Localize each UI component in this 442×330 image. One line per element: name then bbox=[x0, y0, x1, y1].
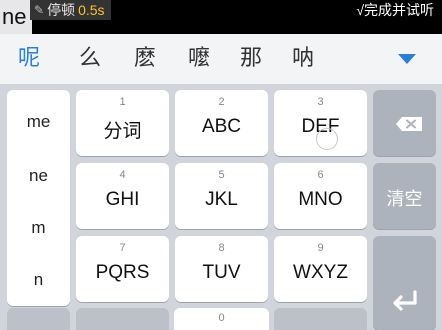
key-0[interactable]: 0 bbox=[174, 308, 269, 330]
key-4[interactable]: 4 GHI bbox=[76, 163, 169, 229]
composition-chip: ne bbox=[0, 0, 32, 34]
key-5[interactable]: 5 JKL bbox=[175, 163, 268, 229]
finish-and-preview-button[interactable]: √完成并试听 bbox=[356, 0, 434, 20]
candidate-6[interactable]: 呐 bbox=[292, 34, 314, 84]
key-6[interactable]: 6 MNO bbox=[274, 163, 367, 229]
key-2[interactable]: 2 ABC bbox=[175, 90, 268, 156]
pinyin-option[interactable]: ne bbox=[7, 166, 70, 186]
clear-label: 清空 bbox=[386, 189, 423, 209]
composition-text: ne bbox=[2, 4, 27, 29]
candidate-4[interactable]: 嚒 bbox=[188, 34, 210, 84]
touch-indicator bbox=[316, 128, 338, 150]
key-9[interactable]: 9 WXYZ bbox=[274, 236, 367, 302]
key-number: 2 bbox=[218, 96, 225, 108]
key-label: TUV bbox=[202, 262, 241, 283]
expand-candidates-icon[interactable] bbox=[398, 54, 416, 64]
key-number: 9 bbox=[317, 242, 324, 254]
pinyin-option[interactable]: me bbox=[7, 112, 70, 132]
enter-icon bbox=[393, 290, 417, 311]
microphone-icon: ✎ bbox=[34, 3, 45, 17]
candidate-3[interactable]: 麽 bbox=[134, 34, 156, 84]
key-label: JKL bbox=[205, 189, 238, 210]
symbol-key[interactable] bbox=[7, 308, 70, 330]
pinyin-list: me ne m n bbox=[7, 90, 70, 306]
key-number: 7 bbox=[119, 242, 126, 254]
clear-key[interactable]: 清空 bbox=[373, 163, 436, 229]
pinyin-option[interactable]: m bbox=[7, 218, 70, 238]
key-1[interactable]: 1 分词 bbox=[76, 90, 169, 156]
language-switch-key[interactable] bbox=[76, 308, 169, 330]
voice-status-bar: ne ✎ 停顿 0.5s √完成并试听 bbox=[0, 0, 442, 34]
key-number: 3 bbox=[317, 96, 324, 108]
key-number: 6 bbox=[317, 169, 324, 181]
key-number: 0 bbox=[218, 312, 225, 324]
key-7[interactable]: 7 PQRS bbox=[76, 236, 169, 302]
candidate-5[interactable]: 那 bbox=[240, 34, 262, 84]
key-8[interactable]: 8 TUV bbox=[175, 236, 268, 302]
key-label: 分词 bbox=[103, 121, 142, 142]
key-number: 1 bbox=[119, 96, 126, 108]
space-key[interactable] bbox=[274, 308, 367, 330]
t9-keyboard: me ne m n 1 分词 2 ABC 3 DEF 4 GHI 5 JKL 6… bbox=[0, 84, 442, 330]
pause-time: 0.5s bbox=[78, 2, 105, 18]
candidate-1[interactable]: 呢 bbox=[18, 34, 40, 84]
key-label: ABC bbox=[201, 116, 242, 137]
key-number: 5 bbox=[218, 169, 225, 181]
key-label: MNO bbox=[298, 189, 343, 210]
key-label: WXYZ bbox=[293, 262, 348, 283]
key-number: 4 bbox=[119, 169, 126, 181]
backspace-icon bbox=[396, 117, 422, 131]
candidate-2[interactable]: 么 bbox=[79, 34, 101, 84]
enter-key[interactable] bbox=[373, 236, 436, 330]
backspace-key[interactable] bbox=[373, 90, 436, 156]
pause-indicator[interactable]: ✎ 停顿 0.5s bbox=[30, 0, 111, 20]
pinyin-option[interactable]: n bbox=[7, 270, 70, 290]
key-number: 8 bbox=[218, 242, 225, 254]
key-label: GHI bbox=[105, 189, 140, 210]
pause-label: 停顿 bbox=[47, 2, 76, 18]
key-label: PQRS bbox=[95, 262, 150, 283]
candidate-bar: 呢 么 麽 嚒 那 呐 bbox=[0, 34, 442, 84]
